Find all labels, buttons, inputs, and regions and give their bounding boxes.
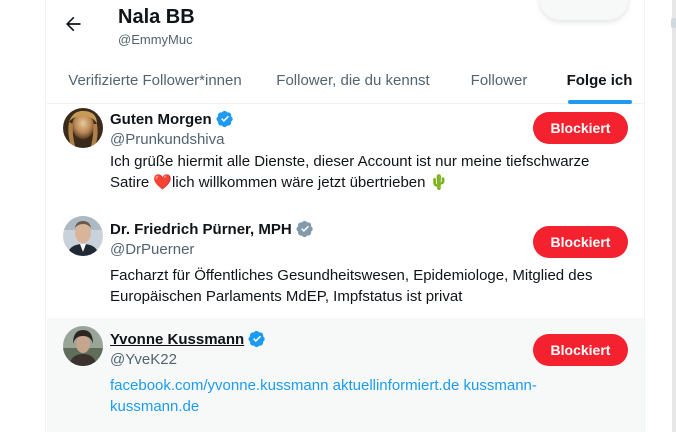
user-cell[interactable]: Dr. Friedrich Pürner, MPH @DrPuerner Fac…	[47, 208, 644, 318]
bio-line: Europäischen Parlaments MdEP, Impfstatus…	[110, 288, 463, 305]
back-button[interactable]	[57, 8, 89, 40]
verified-badge-icon[interactable]	[216, 110, 234, 128]
user-bio: facebook.com/yvonne.kussmann aktuellinfo…	[110, 375, 610, 417]
floating-pill-button[interactable]	[540, 0, 628, 20]
user-display-name[interactable]: Guten Morgen	[110, 111, 212, 128]
user-handle[interactable]: @Prunkundshiva	[110, 131, 224, 148]
avatar[interactable]	[63, 216, 103, 256]
user-bio: Ich grüße hiermit alle Dienste, dieser A…	[110, 151, 610, 193]
left-gutter	[0, 0, 46, 432]
user-cell[interactable]: Yvonne Kussmann @YveK22 facebook.com/yvo…	[47, 318, 644, 432]
user-name-row: Dr. Friedrich Pürner, MPH	[110, 220, 314, 238]
bio-link[interactable]: kussmann.de	[110, 396, 610, 417]
tab-label: Folge ich	[566, 71, 633, 89]
avatar[interactable]	[63, 108, 103, 148]
user-cell[interactable]: Guten Morgen @Prunkundshiva Ich grüße hi…	[47, 104, 644, 208]
tab-label: Verifizierte Follower*innen	[68, 71, 242, 89]
bio-line: Ich grüße hiermit alle Dienste, dieser A…	[110, 153, 590, 170]
tab-followers[interactable]: Follower	[443, 56, 555, 104]
arrow-left-icon	[66, 16, 81, 32]
tab-followers-you-know[interactable]: Follower, die du kennst	[263, 56, 443, 104]
tab-label: Follower, die du kennst	[276, 71, 430, 89]
user-display-name[interactable]: Yvonne Kussmann	[110, 331, 244, 348]
user-handle[interactable]: @DrPuerner	[110, 241, 194, 258]
verified-badge-icon[interactable]	[248, 330, 266, 348]
bio-line: Facharzt für Öffentliches Gesundheitswes…	[110, 267, 593, 284]
tab-label: Follower	[470, 71, 528, 89]
scrollbar-thumb[interactable]	[671, 18, 676, 28]
government-verified-badge-icon[interactable]	[296, 220, 314, 238]
main-column: Nala BB @EmmyMuc Verifizierte Follower*i…	[47, 0, 644, 432]
heart-emoji: ❤️	[153, 174, 173, 191]
avatar[interactable]	[63, 326, 103, 366]
user-handle[interactable]: @YveK22	[110, 351, 177, 368]
page-title: Nala BB	[118, 6, 195, 28]
cactus-emoji: 🌵	[429, 174, 449, 191]
bio-link[interactable]: facebook.com/yvonne.kussmann aktuellinfo…	[110, 375, 610, 396]
user-display-name[interactable]: Dr. Friedrich Pürner, MPH	[110, 221, 292, 238]
tab-following[interactable]: Folge ich	[555, 56, 644, 104]
scrollbar-track[interactable]	[672, 0, 676, 432]
blocked-button[interactable]: Blockiert	[533, 112, 628, 144]
user-bio: Facharzt für Öffentliches Gesundheitswes…	[110, 265, 610, 307]
user-list: Guten Morgen @Prunkundshiva Ich grüße hi…	[47, 104, 644, 432]
blocked-button[interactable]: Blockiert	[533, 226, 628, 258]
bio-text: Satire	[110, 174, 154, 191]
bio-line: Satire ❤️lich willkommen wäre jetzt über…	[110, 172, 610, 193]
bio-text: lich willkommen wäre jetzt übertrieben	[172, 174, 430, 191]
user-name-row: Yvonne Kussmann	[110, 330, 266, 348]
tab-bar: Verifizierte Follower*innen Follower, di…	[47, 56, 644, 104]
tab-verified-followers[interactable]: Verifizierte Follower*innen	[47, 56, 263, 104]
blocked-button[interactable]: Blockiert	[533, 334, 628, 366]
user-name-row: Guten Morgen	[110, 110, 234, 128]
page-subtitle-handle: @EmmyMuc	[118, 32, 193, 47]
